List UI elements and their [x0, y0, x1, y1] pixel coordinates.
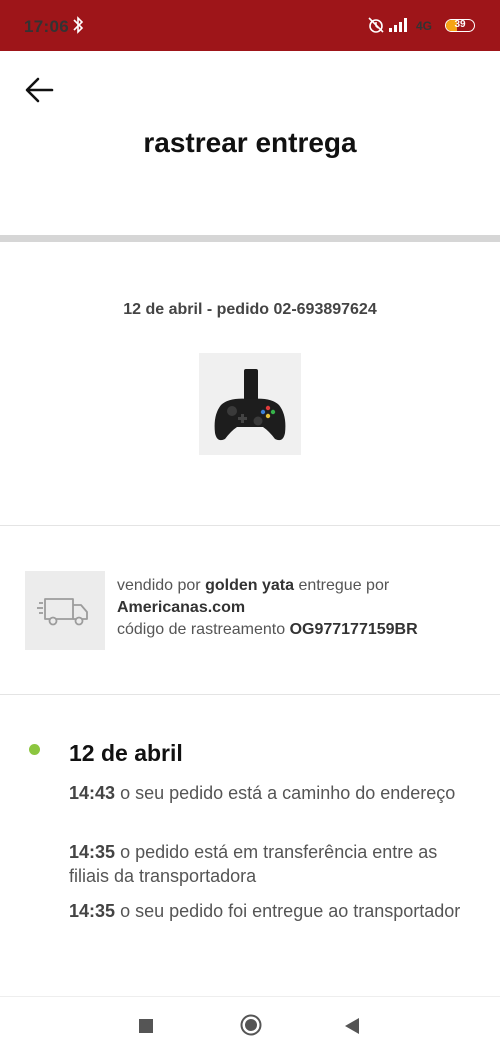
tracking-code: OG977177159BR	[289, 621, 418, 638]
section-divider	[0, 525, 500, 526]
timeline-event: 14:35 o pedido está em transferência ent…	[69, 840, 469, 888]
timeline-event: 14:35 o seu pedido foi entregue ao trans…	[69, 899, 469, 923]
home-icon[interactable]	[240, 1014, 262, 1036]
event-text: o pedido está em transferência entre as …	[69, 842, 438, 886]
recent-apps-icon[interactable]	[139, 1019, 153, 1033]
event-text: o seu pedido está a caminho do endereço	[120, 783, 456, 803]
delivered-by-label: entregue por	[298, 577, 390, 594]
event-time: 14:35	[69, 901, 116, 921]
arrow-left-icon	[25, 77, 54, 103]
timeline-status-dot	[29, 744, 40, 755]
order-summary: 12 de abril - pedido 02-693897624	[123, 301, 377, 318]
status-time: 17:06	[24, 17, 69, 36]
tracking-label: código de rastreamento	[117, 621, 286, 638]
header-divider	[0, 235, 500, 242]
bluetooth-icon	[73, 16, 84, 34]
event-text: o seu pedido foi entregue ao transportad…	[120, 901, 461, 921]
seller-info: vendido por golden yata entregue por Ame…	[117, 575, 487, 641]
carrier-name: Americanas.com	[117, 599, 246, 616]
page-title: rastrear entrega	[143, 127, 357, 158]
signal-icon	[389, 18, 407, 32]
back-button[interactable]	[20, 72, 58, 108]
truck-icon	[37, 598, 88, 626]
product-thumbnail[interactable]	[199, 353, 301, 455]
section-divider	[0, 694, 500, 695]
alarm-off-icon	[368, 17, 384, 33]
truck-icon-box	[25, 571, 105, 650]
timeline-event: 14:43 o seu pedido está a caminho do end…	[69, 781, 469, 805]
timeline-date: 12 de abril	[69, 740, 183, 766]
sold-by-label: vendido por	[117, 577, 201, 594]
network-type: 4G	[416, 19, 433, 33]
battery-icon: 39	[445, 19, 475, 32]
event-time: 14:43	[69, 783, 116, 803]
back-icon[interactable]	[343, 1017, 361, 1035]
event-time: 14:35	[69, 842, 116, 862]
battery-level: 39	[454, 19, 466, 30]
gamepad-image	[214, 369, 286, 441]
seller-name: golden yata	[205, 577, 294, 594]
